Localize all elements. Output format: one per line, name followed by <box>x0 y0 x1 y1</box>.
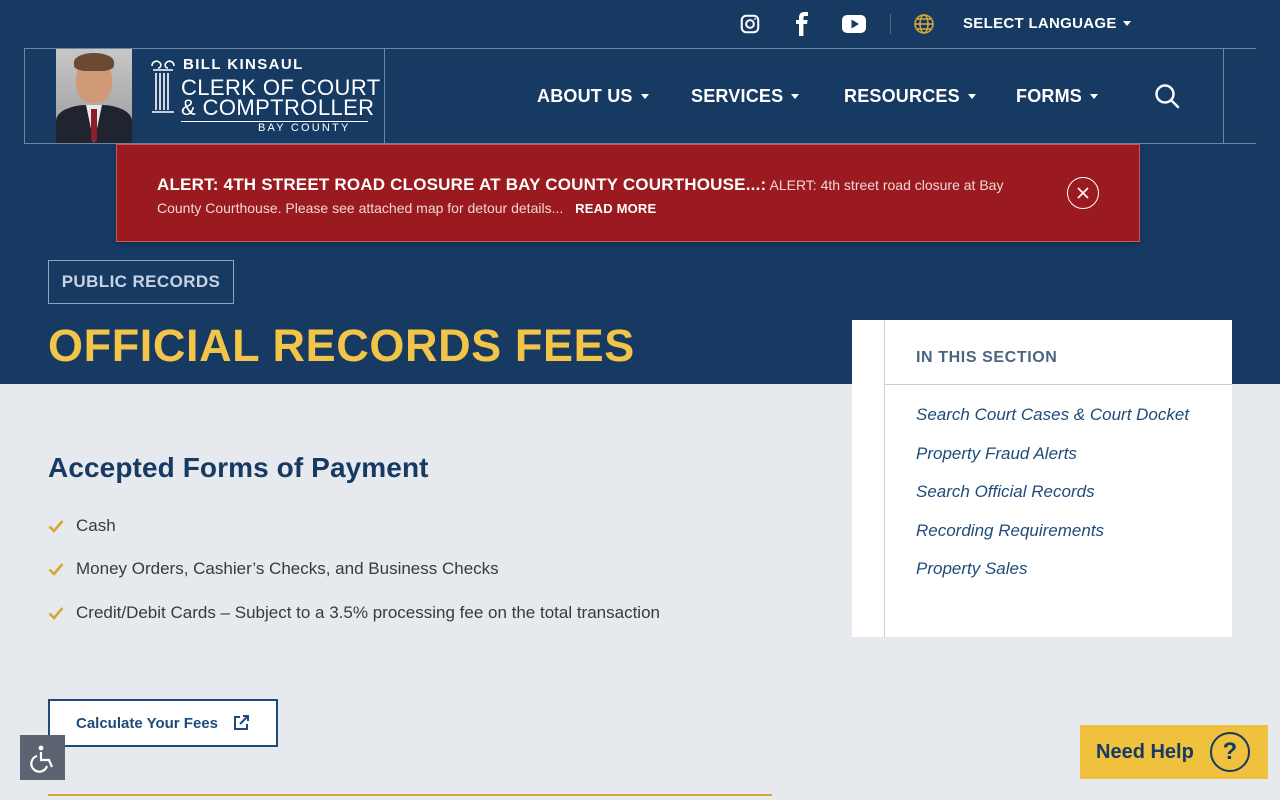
header-divider <box>384 48 385 144</box>
accessibility-icon[interactable] <box>20 735 65 780</box>
checkmark-icon <box>48 607 64 620</box>
logo-county: BAY COUNTY <box>258 122 351 134</box>
list-item: Credit/Debit Cards – Subject to a 3.5% p… <box>48 603 660 623</box>
need-help-button[interactable]: Need Help ? <box>1080 725 1268 779</box>
logo-line-2: & COMPTROLLER <box>181 95 375 120</box>
nav-resources[interactable]: RESOURCES <box>844 86 976 107</box>
nav-about-us[interactable]: ABOUT US <box>537 86 649 107</box>
checkmark-icon <box>48 520 64 533</box>
language-select-label: SELECT LANGUAGE <box>963 15 1117 32</box>
in-this-section-sidebar: IN THIS SECTION Search Court Cases & Cou… <box>852 320 1232 637</box>
chevron-down-icon <box>1122 21 1131 26</box>
utility-divider <box>890 14 891 34</box>
logo-name: BILL KINSAUL <box>183 56 304 73</box>
sidebar-link-search-official-records[interactable]: Search Official Records <box>916 482 1095 502</box>
column-logo-icon <box>150 58 176 116</box>
globe-icon[interactable] <box>913 13 935 35</box>
youtube-icon[interactable] <box>841 11 867 37</box>
sidebar-link-property-fraud-alerts[interactable]: Property Fraud Alerts <box>916 444 1077 464</box>
question-icon: ? <box>1209 732 1250 772</box>
sidebar-link-property-sales[interactable]: Property Sales <box>916 559 1028 579</box>
alert-title: ALERT: 4TH STREET ROAD CLOSURE AT BAY CO… <box>157 175 767 194</box>
facebook-icon[interactable] <box>789 11 815 37</box>
header-divider <box>24 48 25 144</box>
instagram-icon[interactable] <box>737 11 763 37</box>
chevron-down-icon <box>791 94 800 99</box>
clerk-portrait <box>56 49 132 143</box>
breadcrumb-public-records[interactable]: PUBLIC RECORDS <box>48 260 234 304</box>
need-help-label: Need Help <box>1096 740 1194 763</box>
nav-services[interactable]: SERVICES <box>691 86 800 107</box>
checkmark-icon <box>48 563 64 576</box>
chevron-down-icon <box>967 94 976 99</box>
header-divider <box>1223 48 1224 144</box>
payment-heading: Accepted Forms of Payment <box>48 452 429 483</box>
nav-label: RESOURCES <box>844 86 960 106</box>
sidebar-rail <box>884 320 885 637</box>
help-glyph: ? <box>1222 738 1238 765</box>
calculate-fees-label: Calculate Your Fees <box>75 714 218 732</box>
sidebar-divider <box>884 384 1232 385</box>
alert-banner: ALERT: 4TH STREET ROAD CLOSURE AT BAY CO… <box>116 144 1140 242</box>
nav-label: SERVICES <box>691 86 784 106</box>
nav-label: ABOUT US <box>537 86 633 106</box>
alert-text: ALERT: 4TH STREET ROAD CLOSURE AT BAY CO… <box>157 173 1037 220</box>
page-title: OFFICIAL RECORDS FEES <box>48 320 635 371</box>
list-item: Money Orders, Cashier’s Checks, and Busi… <box>48 559 499 579</box>
sidebar-heading: IN THIS SECTION <box>916 349 1058 366</box>
sidebar-link-recording-requirements[interactable]: Recording Requirements <box>916 521 1104 541</box>
nav-label: FORMS <box>1016 86 1082 106</box>
alert-read-more-link[interactable]: READ MORE <box>575 201 656 216</box>
chevron-down-icon <box>640 94 649 99</box>
payment-method: Money Orders, Cashier’s Checks, and Busi… <box>76 559 499 578</box>
payment-method: Cash <box>76 516 116 535</box>
list-item: Cash <box>48 516 116 536</box>
chevron-down-icon <box>1090 94 1098 99</box>
language-select[interactable]: SELECT LANGUAGE <box>963 15 1131 32</box>
search-icon[interactable] <box>1153 82 1181 110</box>
nav-forms[interactable]: FORMS <box>1016 86 1098 107</box>
external-link-icon <box>234 715 249 730</box>
payment-method: Credit/Debit Cards – Subject to a 3.5% p… <box>76 603 660 622</box>
sidebar-link-search-court-cases[interactable]: Search Court Cases & Court Docket <box>916 405 1189 425</box>
calculate-fees-button[interactable]: Calculate Your Fees <box>48 699 278 747</box>
utility-bar: SELECT LANGUAGE <box>0 0 1280 48</box>
section-divider <box>48 794 772 796</box>
close-icon[interactable] <box>1067 177 1099 209</box>
